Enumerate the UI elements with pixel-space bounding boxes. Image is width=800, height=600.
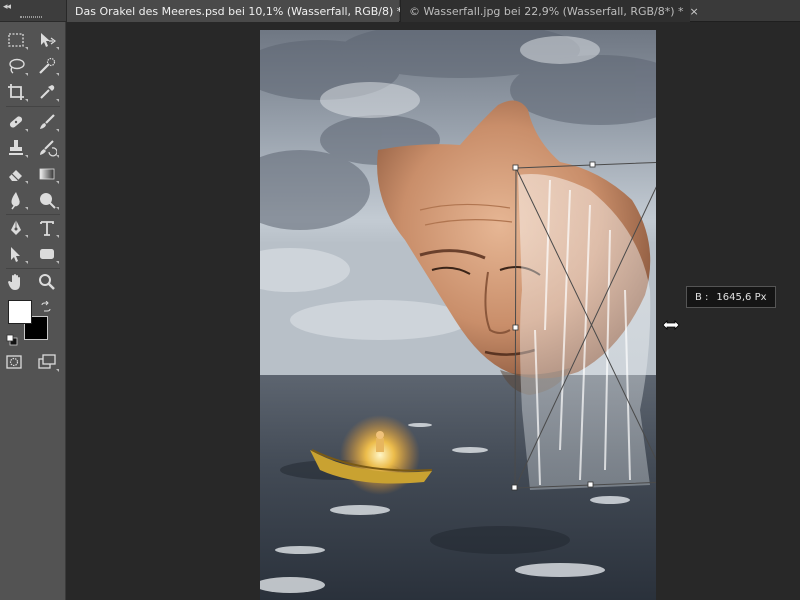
tab-label: Das Orakel des Meeres.psd bei 10,1% (Was… — [75, 4, 403, 18]
brush-tool[interactable] — [34, 110, 60, 134]
zoom-tool[interactable] — [34, 270, 60, 294]
clone-stamp-icon — [9, 140, 23, 155]
tab-wasserfall[interactable]: © Wasserfall.jpg bei 22,9% (Wasserfall, … — [400, 0, 699, 22]
eyedropper-icon — [40, 85, 55, 99]
gradient-tool[interactable] — [34, 162, 60, 186]
blur-tool[interactable] — [3, 188, 29, 212]
gradient-icon — [39, 168, 55, 180]
tools-panel-header[interactable]: ◂◂ — [0, 0, 66, 22]
tooltip-value: 1645,6 Px — [716, 291, 767, 303]
toolbar-separator — [6, 214, 60, 215]
resize-cursor-icon — [662, 316, 680, 335]
hand-tool[interactable] — [3, 270, 29, 294]
dodge-icon — [40, 193, 56, 209]
type-tool[interactable] — [34, 216, 60, 240]
path-select-tool[interactable] — [3, 242, 29, 266]
swap-colors-icon[interactable] — [40, 298, 52, 317]
screen-mode-icon — [38, 354, 56, 369]
crop-icon — [8, 84, 24, 100]
lasso-tool[interactable] — [3, 54, 29, 78]
transform-width-tooltip: B : 1645,6 Px — [686, 286, 776, 308]
tab-label: © Wasserfall.jpg bei 22,9% (Wasserfall, … — [409, 4, 684, 18]
clone-stamp-tool[interactable] — [3, 136, 29, 160]
tools-panel: ◂◂ — [0, 0, 66, 600]
shape-tool[interactable] — [34, 242, 60, 266]
default-colors-icon[interactable] — [6, 331, 18, 350]
panel-grip[interactable] — [20, 16, 42, 18]
tab-orakel-des-meeres[interactable]: Das Orakel des Meeres.psd bei 10,1% (Was… — [67, 0, 417, 22]
eraser-icon — [9, 170, 22, 181]
document-tab-bar: Das Orakel des Meeres.psd bei 10,1% (Was… — [67, 0, 800, 22]
crop-tool[interactable] — [3, 80, 29, 104]
eraser-tool[interactable] — [3, 162, 29, 186]
close-icon[interactable]: × — [690, 5, 699, 18]
type-icon — [40, 221, 54, 236]
dodge-tool[interactable] — [34, 188, 60, 212]
hand-icon — [8, 274, 20, 290]
pen-icon — [11, 220, 21, 235]
shape-icon — [40, 249, 54, 259]
marquee-tool[interactable] — [3, 28, 29, 52]
screen-mode-button[interactable] — [34, 350, 60, 374]
foreground-color-swatch[interactable] — [8, 300, 32, 324]
toolbar-separator — [6, 268, 60, 269]
eyedropper-tool[interactable] — [34, 80, 60, 104]
quick-select-icon — [39, 57, 56, 74]
brush-icon — [40, 114, 55, 129]
history-brush-icon — [40, 140, 57, 157]
history-brush-tool[interactable] — [34, 136, 60, 160]
path-select-icon — [11, 247, 20, 262]
healing-brush-icon — [9, 116, 23, 128]
healing-brush-tool[interactable] — [3, 110, 29, 134]
document-canvas[interactable] — [260, 30, 656, 600]
photoshop-window: ◂◂ Das Orakel des Meeres.psd bei 10,1% (… — [0, 0, 800, 600]
quick-mask-icon — [6, 355, 22, 369]
quick-select-tool[interactable] — [34, 54, 60, 78]
move-icon — [41, 33, 56, 47]
toolbar-separator — [6, 106, 60, 107]
marquee-icon — [8, 33, 24, 47]
zoom-icon — [39, 274, 55, 290]
collapse-panel-icon[interactable]: ◂◂ — [3, 2, 11, 12]
lasso-icon — [9, 58, 25, 74]
move-tool[interactable] — [34, 28, 60, 52]
pen-tool[interactable] — [3, 216, 29, 240]
tooltip-label: B : — [695, 291, 709, 303]
composite-image — [260, 30, 656, 600]
quick-mask-button[interactable] — [1, 350, 27, 374]
blur-icon — [11, 192, 20, 210]
